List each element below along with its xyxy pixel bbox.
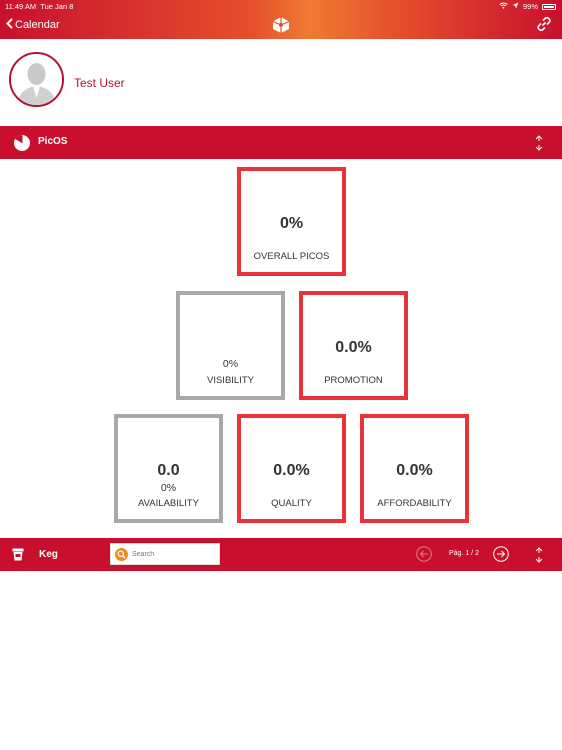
user-name: Test User — [74, 76, 125, 90]
link-icon[interactable] — [536, 16, 552, 32]
picos-title: PicOS — [38, 136, 68, 147]
affordability-value: 0.0% — [396, 462, 433, 479]
back-button[interactable]: Calendar — [6, 17, 60, 32]
quality-label: QUALITY — [271, 498, 312, 509]
quality-value: 0.0% — [273, 462, 310, 479]
keg-section-header: Keg Pág. 1 / 2 — [0, 538, 562, 571]
location-icon — [512, 2, 519, 11]
back-button-label: Calendar — [15, 18, 60, 31]
status-indicators: 99% — [499, 2, 556, 11]
overall-picos-label: OVERALL PICOS — [253, 251, 330, 262]
availability-value: 0.0 — [157, 462, 180, 479]
previous-page-icon[interactable] — [416, 546, 432, 562]
next-page-icon[interactable] — [493, 546, 509, 562]
promotion-label: PROMOTION — [324, 375, 383, 386]
expand-collapse-icon[interactable] — [534, 135, 544, 151]
wifi-icon — [499, 2, 508, 11]
avatar — [9, 52, 64, 107]
cup-icon — [12, 548, 24, 561]
status-bar: 11:49 AM Tue Jan 8 99% — [0, 0, 562, 12]
visibility-label: VISIBILITY — [207, 375, 254, 386]
chevron-left-icon — [6, 17, 13, 32]
availability-tile[interactable]: 0.0 0% AVAILABILITY — [114, 414, 223, 523]
visibility-tile[interactable]: 0% VISIBILITY — [176, 291, 285, 400]
keg-expand-collapse-icon[interactable] — [534, 547, 544, 563]
page-indicator: Pág. 1 / 2 — [449, 550, 479, 557]
search-input[interactable] — [132, 548, 217, 561]
picos-section-header: PicOS — [0, 126, 562, 159]
battery-icon — [542, 3, 556, 10]
search-box[interactable] — [110, 543, 220, 565]
battery-percent: 99% — [522, 2, 538, 11]
availability-percent: 0% — [160, 482, 177, 494]
top-nav-bar: 11:49 AM Tue Jan 8 99% Calendar — [0, 0, 562, 39]
pie-chart-icon — [13, 134, 31, 152]
status-time: 11:49 AM Tue Jan 8 — [5, 2, 74, 11]
overall-picos-value: 0% — [279, 215, 304, 232]
affordability-label: AFFORDABILITY — [377, 498, 452, 509]
affordability-tile[interactable]: 0.0% AFFORDABILITY — [360, 414, 469, 523]
logo-icon — [271, 16, 291, 34]
search-icon — [115, 548, 128, 561]
promotion-tile[interactable]: 0.0% PROMOTION — [299, 291, 408, 400]
overall-picos-tile[interactable]: 0% OVERALL PICOS — [237, 167, 346, 276]
availability-label: AVAILABILITY — [138, 498, 199, 509]
keg-title: Keg — [39, 549, 58, 560]
user-silhouette-icon — [11, 54, 62, 105]
visibility-value: 0% — [222, 358, 239, 370]
profile-header: Test User — [0, 39, 562, 126]
promotion-value: 0.0% — [335, 339, 372, 356]
quality-tile[interactable]: 0.0% QUALITY — [237, 414, 346, 523]
